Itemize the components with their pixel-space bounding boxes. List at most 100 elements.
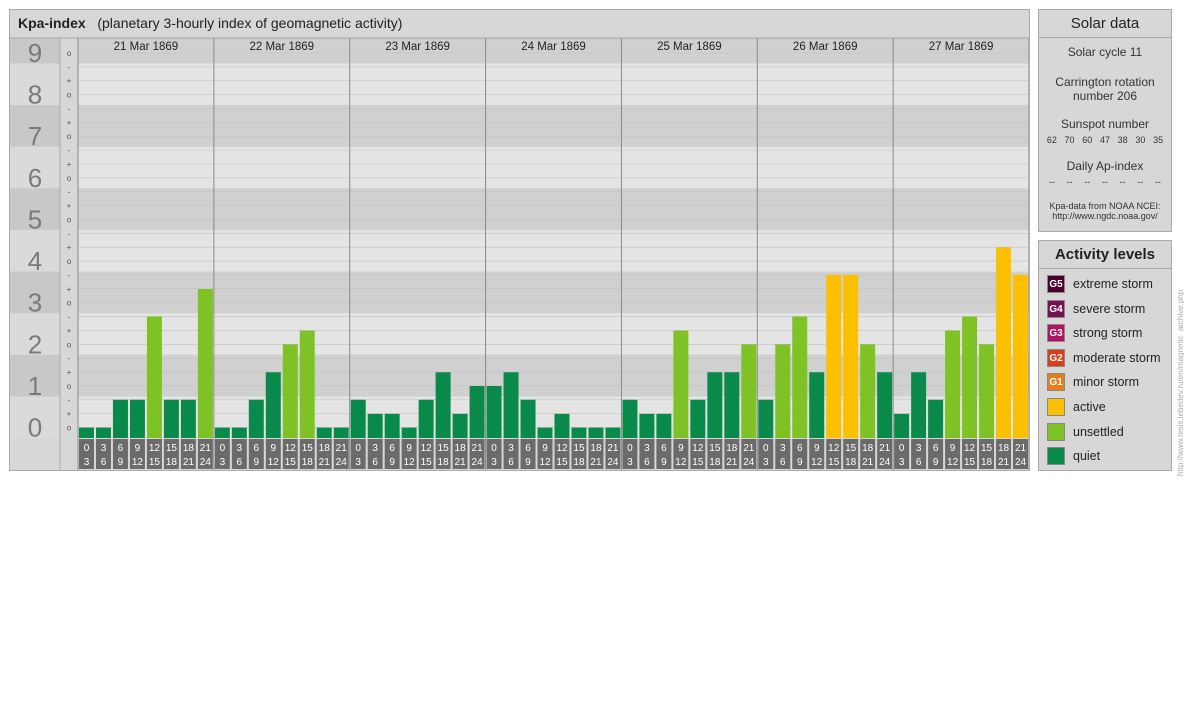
hour-start-label: 9 [271,443,277,454]
kp-bar [248,399,264,438]
hour-start-label: 9 [135,443,141,454]
y-subtick-label: + [67,326,72,335]
legend-swatch: G5 [1047,275,1065,293]
kp-bar [945,330,961,438]
hour-start-label: 9 [950,443,956,454]
hour-start-label: 21 [743,443,755,454]
y-tick-label: 2 [28,329,42,359]
hour-end-label: 12 [675,457,687,468]
hour-end-label: 3 [220,457,226,468]
hour-end-label: 3 [899,457,905,468]
kp-bar [401,427,417,438]
kp-bar [724,372,740,438]
y-subtick-label: o [67,424,72,433]
carrington-rotation: Carrington rotation number 206 [1039,75,1171,103]
sunspot-values: 62 70 60 47 38 30 35 [1039,135,1171,145]
y-subtick-label: o [67,340,72,349]
hour-start-label: 21 [879,443,891,454]
kp-bar [656,413,672,438]
y-subtick-label: - [68,146,71,155]
hour-start-label: 18 [862,443,874,454]
hour-end-label: 6 [237,457,243,468]
hour-end-label: 18 [709,457,721,468]
y-subtick-label: + [67,160,72,169]
ap-value: -- [1137,177,1144,187]
kp-bar [690,399,706,438]
hour-start-label: 3 [508,443,514,454]
kp-bar [146,316,162,438]
hour-start-label: 12 [285,443,297,454]
source-credit-text: http://www.tesis.lebedev.ru/en/magnetic_… [1176,289,1184,476]
hour-start-label: 0 [84,443,90,454]
y-tick-label: 7 [28,121,42,151]
hour-start-label: 9 [814,443,820,454]
kp-bar [741,344,757,438]
y-tick-label: 5 [28,204,42,234]
hour-start-label: 0 [491,443,497,454]
hour-start-label: 15 [573,443,585,454]
hour-start-label: 18 [726,443,738,454]
hour-start-label: 9 [678,443,684,454]
hour-end-label: 9 [933,457,939,468]
hour-start-label: 18 [590,443,602,454]
y-subtick-label: o [67,174,72,183]
hour-end-label: 21 [862,457,874,468]
kp-bar [384,413,400,438]
kp-bar [673,330,689,438]
legend-item: G5 extreme storm [1047,274,1153,294]
kp-bar [333,427,349,438]
kp-bar [707,372,723,438]
kp-bar [503,372,519,438]
hour-start-label: 15 [438,443,450,454]
kp-bar [180,399,196,438]
solar-data-title: Solar data [1039,10,1171,38]
kp-bar [962,316,978,438]
solar-data-panel: Solar data Solar cycle 11 Carrington rot… [1038,9,1172,232]
y-subtick-label: o [67,382,72,391]
hour-end-label: 18 [302,457,314,468]
hour-end-label: 15 [964,457,976,468]
hour-start-label: 3 [916,443,922,454]
hour-start-label: 21 [472,443,484,454]
kp-bar [316,427,332,438]
y-subtick-label: + [67,243,72,252]
kpa-chart-panel: Kpa-index (planetary 3-hourly index of g… [9,9,1030,471]
legend-swatch: G2 [1047,348,1065,367]
kp-bar [1013,274,1028,438]
plot-band [78,146,1029,189]
kp-bar [571,427,587,438]
kp-bar [877,372,893,438]
hour-end-label: 15 [556,457,568,468]
legend-swatch: G3 [1047,324,1065,343]
hour-end-label: 24 [336,457,348,468]
hour-end-label: 12 [539,457,551,468]
hour-end-label: 6 [916,457,922,468]
kp-bar [282,344,298,438]
y-subtick-label: + [67,285,72,294]
kp-bar [197,288,213,438]
kp-bar [996,247,1012,438]
hour-start-label: 3 [237,443,243,454]
y-subtick-label: - [68,188,71,197]
day-label: 26 Mar 1869 [793,41,858,53]
hour-start-label: 0 [627,443,633,454]
hour-end-label: 12 [404,457,416,468]
hour-end-label: 12 [268,457,280,468]
hour-start-label: 15 [166,443,178,454]
ap-value: -- [1155,177,1162,187]
ap-value: -- [1119,177,1126,187]
hour-start-label: 18 [455,443,467,454]
hour-start-label: 0 [355,443,361,454]
hour-end-label: 21 [319,457,331,468]
hour-end-label: 24 [879,457,891,468]
hour-start-label: 0 [220,443,226,454]
legend-label: quiet [1073,449,1101,464]
hour-start-label: 18 [183,443,195,454]
legend-item: unsettled [1047,422,1124,442]
legend-item: active [1047,397,1106,417]
hour-end-label: 9 [661,457,667,468]
hour-start-label: 21 [607,443,619,454]
hour-start-label: 0 [763,443,769,454]
hour-end-label: 15 [692,457,704,468]
kp-bar [350,399,366,438]
